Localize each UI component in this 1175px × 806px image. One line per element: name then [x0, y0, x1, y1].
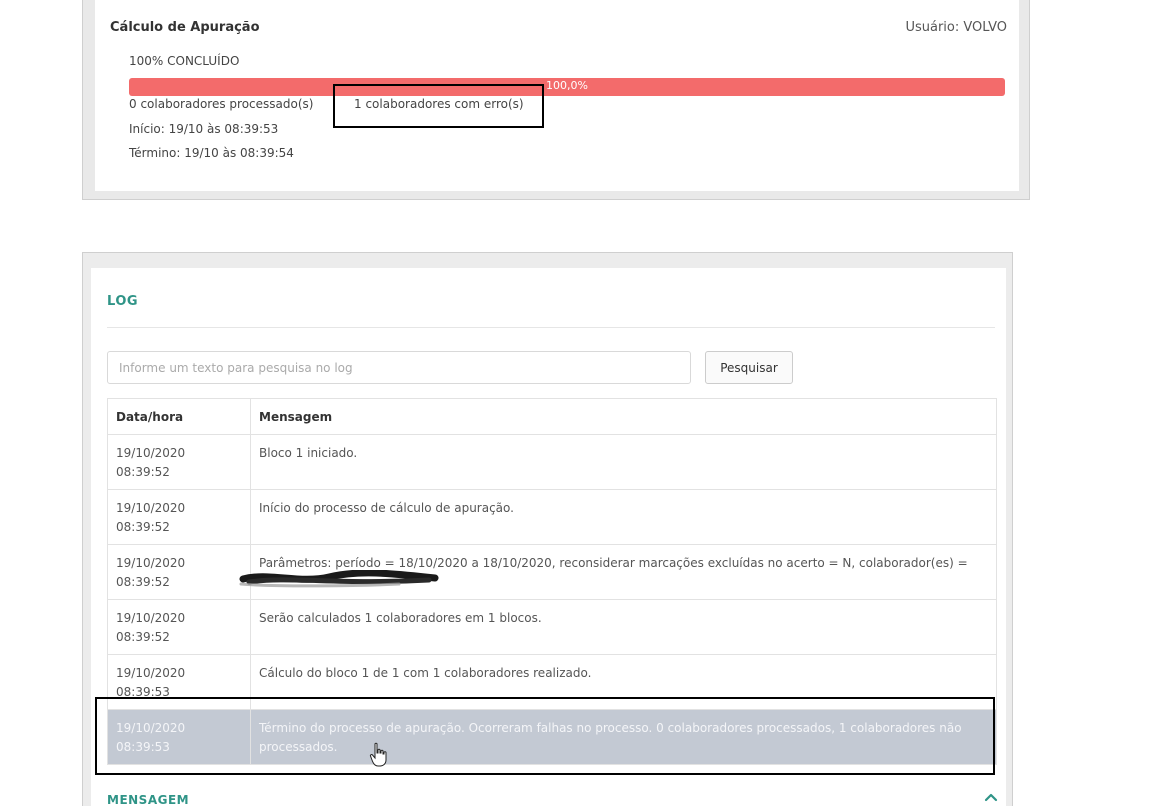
row-datetime: 19/10/2020 08:39:52: [107, 599, 251, 655]
hand-pointer-icon: [369, 742, 387, 767]
table-row[interactable]: 19/10/2020 08:39:52 Serão calculados 1 co…: [107, 599, 997, 655]
end-time: Término: 19/10 às 08:39:54: [129, 146, 294, 160]
table-row[interactable]: 19/10/2020 08:39:52 Bloco 1 iniciado.: [107, 434, 997, 490]
row-date: 19/10/2020: [116, 501, 186, 515]
apuracao-card: Cálculo de Apuração Usuário: VOLVO 100% …: [95, 0, 1019, 191]
log-search-input[interactable]: [107, 351, 691, 384]
search-button[interactable]: Pesquisar: [705, 351, 793, 384]
row-time: 08:39:52: [116, 465, 170, 479]
annotation-box-errors: [333, 84, 544, 128]
status-label: 100% CONCLUÍDO: [129, 54, 240, 68]
row-date: 19/10/2020: [116, 446, 186, 460]
row-time: 08:39:52: [116, 630, 170, 644]
column-header-datetime[interactable]: Data/hora: [107, 398, 251, 435]
row-message: Serão calculados 1 colaboradores em 1 bl…: [250, 599, 997, 655]
start-time: Início: 19/10 às 08:39:53: [129, 122, 279, 136]
user-label: Usuário: VOLVO: [905, 20, 1007, 35]
apuracao-panel: Cálculo de Apuração Usuário: VOLVO 100% …: [82, 0, 1030, 200]
row-time: 08:39:52: [116, 575, 170, 589]
log-title: LOG: [107, 294, 139, 309]
row-datetime: 19/10/2020 08:39:52: [107, 434, 251, 490]
row-datetime: 19/10/2020 08:39:52: [107, 544, 251, 600]
row-datetime: 19/10/2020 08:39:52: [107, 489, 251, 545]
table-row[interactable]: 19/10/2020 08:39:52 Início do processo de…: [107, 489, 997, 545]
row-message: Bloco 1 iniciado.: [250, 434, 997, 490]
processed-count: 0 colaboradores processado(s): [129, 97, 314, 111]
row-date: 19/10/2020: [116, 666, 186, 680]
row-time: 08:39:52: [116, 520, 170, 534]
mensagem-section-label[interactable]: MENSAGEM: [107, 793, 189, 806]
progress-bar: 100,0%: [129, 78, 1005, 96]
column-header-message[interactable]: Mensagem: [250, 398, 997, 435]
redaction-scribble: [239, 570, 439, 588]
apuracao-title: Cálculo de Apuração: [110, 20, 260, 35]
chevron-up-icon[interactable]: [983, 789, 999, 805]
row-date: 19/10/2020: [116, 556, 186, 570]
progress-label: 100,0%: [546, 79, 588, 92]
table-header-row: Data/hora Mensagem: [107, 398, 997, 435]
annotation-box-final-row: [95, 697, 995, 775]
divider: [107, 327, 995, 328]
row-message: Início do processo de cálculo de apuraçã…: [250, 489, 997, 545]
row-date: 19/10/2020: [116, 611, 186, 625]
